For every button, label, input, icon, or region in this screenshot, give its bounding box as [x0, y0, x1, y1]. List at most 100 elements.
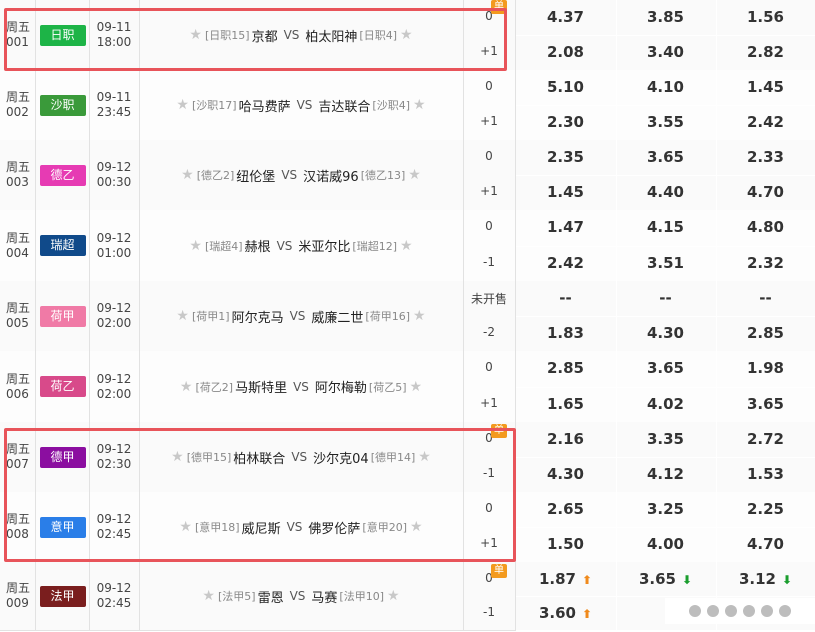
favorite-home-star-icon[interactable]: ★	[189, 238, 202, 254]
odds-loss[interactable]: 2.85	[716, 316, 815, 351]
odds-loss[interactable]: 2.33	[716, 140, 815, 175]
league-badge[interactable]: 法甲	[39, 585, 86, 607]
match-teams[interactable]: ★ [德甲15] 柏林联合 VS 沙尔克04 [德甲14] ★	[139, 422, 464, 492]
favorite-home-star-icon[interactable]: ★	[176, 97, 189, 113]
home-team[interactable]: 纽伦堡	[236, 166, 275, 185]
favorite-away-star-icon[interactable]: ★	[410, 519, 423, 535]
odds-win[interactable]: 2.08	[516, 35, 615, 70]
favorite-away-star-icon[interactable]: ★	[413, 308, 426, 324]
odds-loss[interactable]: 2.32	[716, 246, 815, 281]
home-team[interactable]: 雷恩	[258, 587, 284, 606]
odds-win[interactable]: 1.83	[516, 316, 615, 351]
odds-win[interactable]: 5.10	[516, 70, 615, 105]
favorite-away-star-icon[interactable]: ★	[400, 27, 413, 43]
away-team[interactable]: 佛罗伦萨	[308, 518, 360, 537]
favorite-away-star-icon[interactable]: ★	[387, 588, 400, 604]
odds-draw[interactable]: 3.40	[616, 35, 715, 70]
odds-loss[interactable]: 1.98	[716, 351, 815, 386]
away-team[interactable]: 吉达联合	[318, 96, 370, 115]
favorite-home-star-icon[interactable]: ★	[179, 519, 192, 535]
away-team[interactable]: 米亚尔比	[298, 236, 350, 255]
odds-draw[interactable]: 3.85	[616, 0, 715, 35]
match-teams[interactable]: ★ [荷乙2] 马斯特里 VS 阿尔梅勒 [荷乙5] ★	[139, 351, 464, 422]
odds-draw[interactable]: 4.02	[616, 387, 715, 422]
odds-loss[interactable]: 3.12 ⬇	[716, 562, 815, 597]
odds-loss[interactable]: --	[716, 281, 815, 316]
favorite-away-star-icon[interactable]: ★	[413, 97, 426, 113]
odds-draw[interactable]: 3.55	[616, 105, 715, 140]
league-badge[interactable]: 沙职	[39, 94, 86, 116]
away-team[interactable]: 沙尔克04	[313, 448, 369, 467]
match-teams[interactable]: ★ [意甲18] 威尼斯 VS 佛罗伦萨 [意甲20] ★	[139, 492, 464, 562]
odds-win[interactable]: 2.35	[516, 140, 615, 175]
match-teams[interactable]: ★ [日职15] 京都 VS 柏太阳神 [日职4] ★	[139, 0, 464, 70]
favorite-home-star-icon[interactable]: ★	[181, 167, 194, 183]
odds-loss[interactable]: 1.45	[716, 70, 815, 105]
odds-win[interactable]: 2.42	[516, 246, 615, 281]
away-team[interactable]: 汉诺威96	[303, 166, 359, 185]
odds-loss[interactable]: 4.70	[716, 527, 815, 562]
odds-win[interactable]: 3.60 ⬆	[516, 596, 615, 631]
odds-loss[interactable]: 2.72	[716, 422, 815, 457]
odds-win[interactable]: 1.50	[516, 527, 615, 562]
odds-win[interactable]: 4.37	[516, 0, 615, 35]
odds-loss[interactable]: 4.80	[716, 210, 815, 245]
favorite-home-star-icon[interactable]: ★	[189, 27, 202, 43]
league-badge[interactable]: 德甲	[39, 446, 86, 468]
away-team[interactable]: 威廉二世	[311, 307, 363, 326]
home-team[interactable]: 威尼斯	[242, 518, 281, 537]
match-teams[interactable]: ★ [法甲5] 雷恩 VS 马赛 [法甲10] ★	[139, 562, 464, 630]
odds-win[interactable]: --	[516, 281, 615, 316]
odds-draw[interactable]: 4.12	[616, 457, 715, 492]
odds-win[interactable]: 1.87 ⬆	[516, 562, 615, 597]
league-badge[interactable]: 日职	[39, 24, 86, 46]
odds-draw[interactable]: 4.10	[616, 70, 715, 105]
odds-win[interactable]: 1.45	[516, 175, 615, 210]
odds-draw[interactable]: 3.65 ⬇	[616, 562, 715, 597]
away-team[interactable]: 柏太阳神	[305, 26, 357, 45]
favorite-home-star-icon[interactable]: ★	[202, 588, 215, 604]
favorite-away-star-icon[interactable]: ★	[418, 449, 431, 465]
odds-draw[interactable]: 4.30	[616, 316, 715, 351]
odds-draw[interactable]: --	[616, 281, 715, 316]
favorite-away-star-icon[interactable]: ★	[408, 167, 421, 183]
favorite-home-star-icon[interactable]: ★	[180, 379, 193, 395]
odds-win[interactable]: 4.30	[516, 457, 615, 492]
league-badge[interactable]: 瑞超	[39, 235, 86, 256]
home-team[interactable]: 京都	[252, 26, 278, 45]
match-teams[interactable]: ★ [瑞超4] 赫根 VS 米亚尔比 [瑞超12] ★	[139, 210, 464, 281]
odds-win[interactable]: 2.30	[516, 105, 615, 140]
match-teams[interactable]: ★ [荷甲1] 阿尔克马 VS 威廉二世 [荷甲16] ★	[139, 281, 464, 351]
odds-draw[interactable]: 3.65	[616, 140, 715, 175]
favorite-away-star-icon[interactable]: ★	[400, 238, 413, 254]
league-badge[interactable]: 荷乙	[39, 376, 86, 397]
odds-draw[interactable]: 3.51	[616, 246, 715, 281]
odds-win[interactable]: 1.65	[516, 387, 615, 422]
odds-draw[interactable]: 3.25	[616, 492, 715, 527]
home-team[interactable]: 阿尔克马	[232, 307, 284, 326]
home-team[interactable]: 柏林联合	[233, 448, 285, 467]
favorite-away-star-icon[interactable]: ★	[410, 379, 423, 395]
match-teams[interactable]: ★ [沙职17] 哈马费萨 VS 吉达联合 [沙职4] ★	[139, 70, 464, 140]
favorite-home-star-icon[interactable]: ★	[176, 308, 189, 324]
odds-draw[interactable]: 3.65	[616, 351, 715, 386]
home-team[interactable]: 赫根	[245, 236, 271, 255]
odds-loss[interactable]: 1.56	[716, 0, 815, 35]
odds-loss[interactable]: 1.53	[716, 457, 815, 492]
away-team[interactable]: 马赛	[311, 587, 337, 606]
odds-loss[interactable]: 2.25	[716, 492, 815, 527]
odds-win[interactable]: 2.16	[516, 422, 615, 457]
odds-win[interactable]: 2.65	[516, 492, 615, 527]
match-teams[interactable]: ★ [德乙2] 纽伦堡 VS 汉诺威96 [德乙13] ★	[139, 140, 464, 210]
league-badge[interactable]: 德乙	[39, 164, 86, 186]
odds-loss[interactable]: 2.42	[716, 105, 815, 140]
odds-draw[interactable]: 4.00	[616, 527, 715, 562]
odds-loss[interactable]: 4.70	[716, 175, 815, 210]
home-team[interactable]: 哈马费萨	[239, 96, 291, 115]
odds-win[interactable]: 1.47	[516, 210, 615, 245]
odds-loss[interactable]: 3.65	[716, 387, 815, 422]
away-team[interactable]: 阿尔梅勒	[315, 377, 367, 396]
odds-draw[interactable]: 3.35	[616, 422, 715, 457]
home-team[interactable]: 马斯特里	[235, 377, 287, 396]
odds-draw[interactable]: 4.15	[616, 210, 715, 245]
